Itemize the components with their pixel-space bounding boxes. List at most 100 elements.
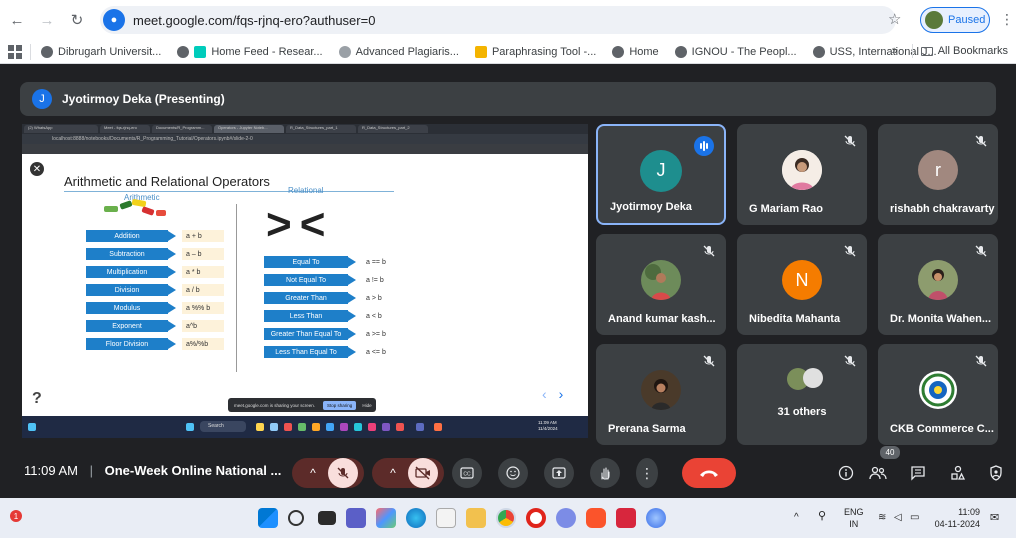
tray-overflow-icon[interactable]: ^ — [794, 512, 799, 524]
chrome-menu-icon[interactable]: ⋮ — [1000, 11, 1014, 28]
participant-avatar — [918, 260, 958, 301]
camera-control-group: ^ — [372, 458, 444, 488]
volume-icon[interactable]: ◁ — [894, 512, 902, 524]
emoji-button[interactable] — [498, 458, 528, 488]
audio-options-icon[interactable]: ^ — [298, 466, 328, 480]
participant-avatar — [918, 370, 958, 410]
opera-icon[interactable] — [526, 508, 546, 528]
edge-icon[interactable] — [406, 508, 426, 528]
relational-row: Not Equal To a != b — [264, 274, 402, 286]
profile-browser-icon[interactable] — [556, 508, 576, 528]
bookmark-item[interactable]: IGNOU - The Peopl... — [674, 45, 797, 58]
store-icon[interactable] — [436, 508, 456, 528]
meeting-title: One-Week Online National ... — [104, 463, 282, 478]
person-photo — [782, 150, 822, 191]
wifi-icon[interactable]: ≋ — [878, 512, 886, 524]
app-icon — [270, 423, 278, 431]
search-icon[interactable] — [288, 510, 304, 526]
app-icon[interactable] — [646, 508, 666, 528]
participant-tile[interactable]: G Mariam Rao — [737, 124, 867, 225]
mic-off-icon — [844, 355, 856, 367]
app-icon — [382, 423, 390, 431]
participant-tile[interactable]: CKB Commerce C... — [878, 344, 998, 445]
notifications-icon[interactable]: ✉ — [990, 512, 999, 524]
present-button[interactable] — [544, 458, 574, 488]
shared-screen[interactable]: (2) WhatsApp Meet - fqs-rjnq-ero Documen… — [22, 124, 588, 438]
activities-button[interactable] — [946, 458, 970, 488]
shared-tab: Documents/R_Programm... — [152, 125, 212, 133]
address-bar[interactable]: ● meet.google.com/fqs-rjnq-ero?authuser=… — [100, 6, 896, 34]
participant-tile[interactable]: N Nibedita Mahanta — [737, 234, 867, 335]
paraphrase-icon — [474, 45, 487, 58]
language-indicator[interactable]: ENG IN — [844, 506, 864, 530]
site-info-icon[interactable]: ● — [103, 9, 125, 31]
chat-button[interactable] — [906, 458, 930, 488]
forward-icon[interactable]: → — [34, 7, 60, 33]
app-icon[interactable] — [616, 508, 636, 528]
back-icon[interactable]: ← — [4, 7, 30, 33]
address-url[interactable]: meet.google.com/fqs-rjnq-ero?authuser=0 — [133, 13, 375, 28]
bookmark-item[interactable]: Dibrugarh Universit... — [41, 45, 161, 58]
participant-tile[interactable]: Prerana Sarma — [596, 344, 726, 445]
chrome-icon[interactable] — [496, 508, 516, 528]
profile-paused-button[interactable]: Paused — [920, 7, 990, 33]
brave-icon[interactable] — [586, 508, 606, 528]
people-button[interactable] — [866, 458, 890, 488]
shared-tab: R_Data_Structures_part_2 — [358, 125, 428, 133]
relational-row: Less Than Equal To a <= b — [264, 346, 402, 358]
task-view-icon[interactable] — [318, 511, 336, 525]
relational-row: Equal To a == b — [264, 256, 402, 268]
bookmarks-right: » All Bookmarks — [892, 44, 1008, 58]
mic-control-group: ^ — [292, 458, 364, 488]
bookmark-item[interactable]: Advanced Plagiaris... — [338, 45, 459, 58]
researchgate-icon — [194, 45, 207, 58]
video-options-icon[interactable]: ^ — [378, 466, 408, 480]
leave-call-button[interactable] — [682, 458, 736, 488]
screen-share-notice: meet.google.com is sharing your screen. … — [228, 398, 376, 412]
arithmetic-row: Multiplication a * b — [86, 266, 224, 278]
mic-off-icon — [975, 135, 987, 147]
start-windows-icon[interactable] — [258, 508, 278, 528]
column-divider — [236, 204, 237, 372]
mic-off-icon — [975, 245, 987, 257]
location-icon[interactable]: ⚲ — [818, 510, 826, 522]
bookmark-item[interactable]: Home — [612, 45, 659, 58]
participant-tile[interactable]: 31 others — [737, 344, 867, 445]
all-bookmarks-link[interactable]: All Bookmarks — [938, 45, 1008, 57]
meeting-details-button[interactable] — [834, 458, 858, 488]
bookmark-item[interactable]: Paraphrasing Tool -... — [474, 45, 596, 58]
participant-tile[interactable]: r rishabh chakravarty — [878, 124, 998, 225]
teams-icon[interactable] — [346, 508, 366, 528]
college-logo-icon — [919, 371, 957, 410]
bookmark-star-icon[interactable]: ☆ — [888, 10, 901, 28]
relational-header: Relational — [288, 186, 324, 195]
shared-notebook-toolbar — [22, 144, 588, 154]
participant-name: Dr. Monita Wahen... — [890, 313, 992, 325]
more-options-button[interactable]: ⋮ — [636, 458, 658, 488]
host-controls-button[interactable] — [984, 458, 1008, 488]
notification-badge[interactable]: 1 — [10, 510, 22, 522]
battery-icon[interactable]: ▭ — [910, 512, 919, 524]
file-explorer-icon[interactable] — [466, 508, 486, 528]
captions-button[interactable]: CC — [452, 458, 482, 488]
more-bookmarks-icon[interactable]: » — [892, 45, 898, 57]
participant-name: G Mariam Rao — [749, 203, 823, 215]
meeting-info: 11:09 AM | One-Week Online National ... — [24, 463, 282, 478]
mic-off-icon — [844, 245, 856, 257]
participant-tile[interactable]: Anand kumar kash... — [596, 234, 726, 335]
mic-off-button[interactable] — [328, 458, 358, 488]
bookmark-item[interactable]: Home Feed - Resear... — [177, 45, 323, 58]
windows-icon — [28, 423, 36, 431]
participant-tile[interactable]: Dr. Monita Wahen... — [878, 234, 998, 335]
activities-icon — [951, 465, 966, 480]
windows-icon — [186, 423, 194, 431]
widgets-icon[interactable] — [376, 508, 396, 528]
apps-grid-icon[interactable] — [8, 44, 22, 59]
raise-hand-button[interactable] — [590, 458, 620, 488]
person-photo — [641, 260, 681, 301]
reload-icon[interactable]: ↻ — [64, 7, 90, 33]
camera-off-button[interactable] — [408, 458, 438, 488]
arithmetic-row: Floor Division a%/%b — [86, 338, 224, 350]
taskbar-clock[interactable]: 11:09 04-11-2024 — [934, 506, 980, 530]
participant-tile[interactable]: J Jyotirmoy Deka — [596, 124, 726, 225]
